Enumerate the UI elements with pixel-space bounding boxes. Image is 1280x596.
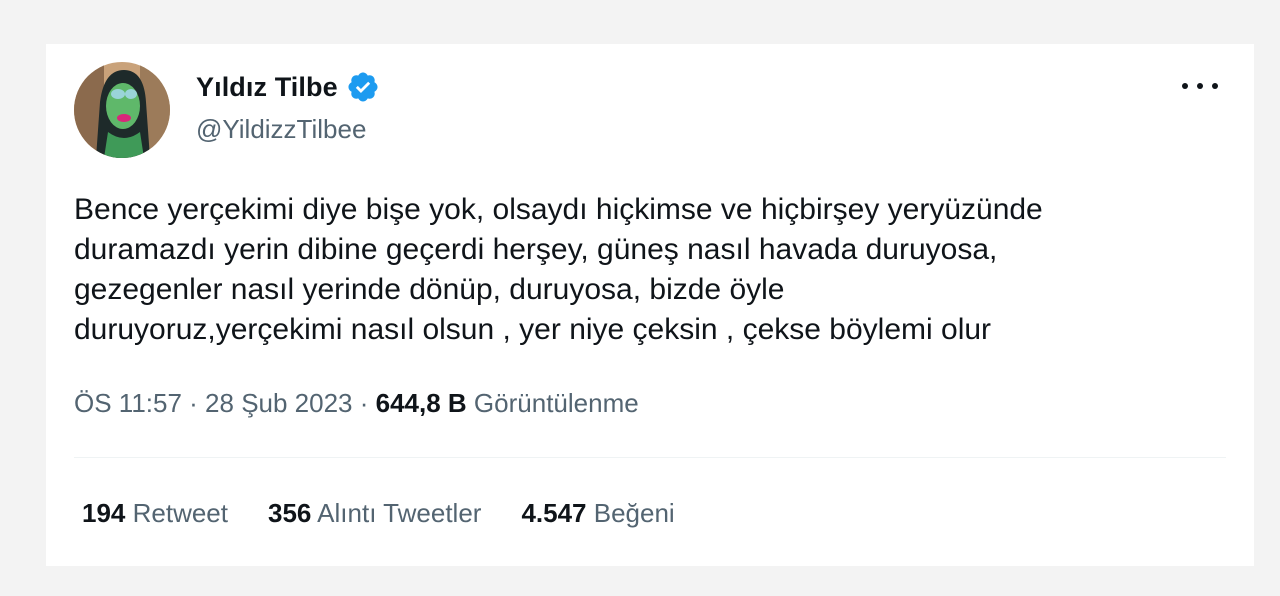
more-dot [1197,83,1203,89]
tweet-card: Yıldız Tilbe @YildizzTilbee Bence yerçek… [46,44,1254,566]
author-name-row: Yıldız Tilbe [196,70,380,104]
author-handle[interactable]: @YildizzTilbee [196,114,366,145]
verified-badge-icon [346,70,380,104]
tweet-date[interactable]: 28 Şub 2023 [205,388,352,418]
tweet-time[interactable]: ÖS 11:57 [74,388,182,418]
tweet-text: Bence yerçekimi diye bişe yok, olsaydı h… [74,193,1043,346]
meta-separator: · [352,388,376,418]
more-dot [1212,83,1218,89]
quote-tweets-count: 356 [268,498,312,528]
tweet-meta: ÖS 11:57 · 28 Şub 2023 · 644,8 B Görüntü… [74,388,639,419]
views-label: Görüntülenme [466,388,639,418]
likes-count: 4.547 [521,498,587,528]
profile-avatar[interactable] [74,62,170,158]
likes-label: Beğeni [586,498,675,528]
quote-tweets-label: Alıntı Tweetler [311,498,482,528]
retweets-stat[interactable]: 194 Retweet [82,498,228,529]
likes-stat[interactable]: 4.547 Beğeni [521,498,674,529]
views-count: 644,8 B [375,388,467,418]
retweets-label: Retweet [125,498,228,528]
quote-tweets-stat[interactable]: 356 Alıntı Tweetler [268,498,481,529]
tweet-stats: 194 Retweet 356 Alıntı Tweetler 4.547 Be… [82,498,675,529]
divider [74,457,1226,458]
more-options-icon[interactable] [1182,74,1218,98]
more-dot [1182,83,1188,89]
retweets-count: 194 [82,498,126,528]
author-display-name[interactable]: Yıldız Tilbe [196,72,338,103]
meta-separator: · [181,388,206,418]
